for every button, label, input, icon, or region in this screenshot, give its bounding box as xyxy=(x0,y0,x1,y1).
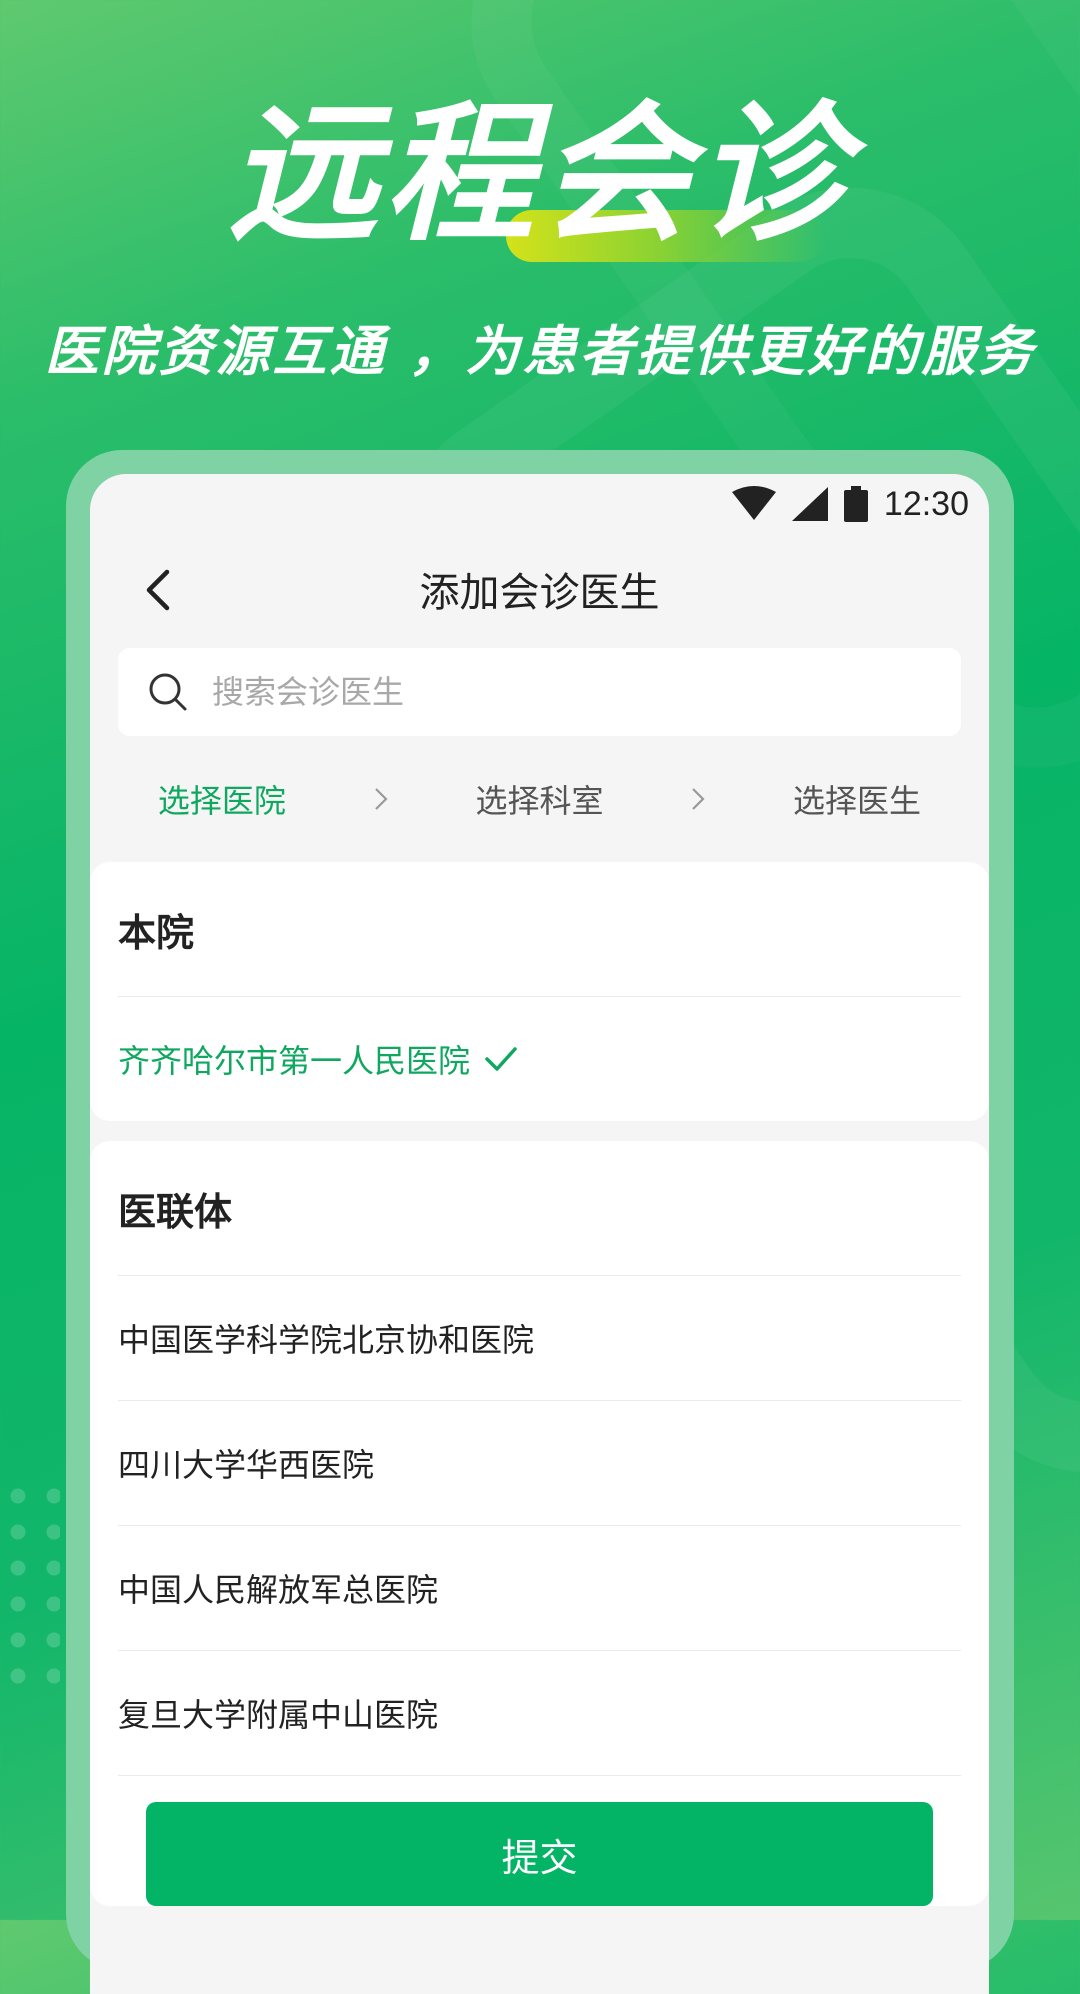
hero-subtitle: 医院资源互通 ，为患者提供更好的服务 xyxy=(44,320,1036,383)
back-button[interactable] xyxy=(130,562,186,618)
hospital-name: 复旦大学附属中山医院 xyxy=(118,1696,439,1734)
hospital-name: 中国人民解放军总医院 xyxy=(118,1571,439,1609)
phone-screen: 12:30 添加会诊医生 选择医院 选择科室 xyxy=(90,474,989,1994)
hero: 远程会诊 医院资源互通 ，为患者提供更好的服务 xyxy=(0,95,1080,386)
status-time: 12:30 xyxy=(883,484,969,523)
check-icon xyxy=(485,1047,517,1071)
dot-pattern xyxy=(0,1478,60,1688)
hospital-name: 中国医学科学院北京协和医院 xyxy=(118,1321,535,1359)
chevron-left-icon xyxy=(146,569,170,611)
hospital-item-selected[interactable]: 齐齐哈尔市第一人民医院 xyxy=(118,997,961,1121)
step-select-hospital[interactable]: 选择医院 xyxy=(158,776,286,822)
hospital-name: 齐齐哈尔市第一人民医院 xyxy=(118,1042,471,1080)
step-selector: 选择医院 选择科室 选择医生 xyxy=(90,736,989,862)
search-icon xyxy=(149,673,187,711)
alliance-title: 医联体 xyxy=(118,1141,961,1276)
search-box[interactable] xyxy=(118,648,961,736)
list-item[interactable]: 中国人民解放军总医院 xyxy=(118,1526,961,1651)
page-title: 添加会诊医生 xyxy=(419,570,660,616)
phone-frame: 12:30 添加会诊医生 选择医院 选择科室 xyxy=(66,450,1014,1994)
hero-title-wrap: 远程会诊 xyxy=(227,88,852,262)
chevron-right-icon xyxy=(692,788,705,810)
signal-icon xyxy=(791,487,828,521)
own-hospital-card: 本院 齐齐哈尔市第一人民医院 xyxy=(90,862,989,1121)
nav-bar: 添加会诊医生 xyxy=(90,534,989,644)
search-input[interactable] xyxy=(210,672,914,712)
list-item[interactable]: 四川大学华西医院 xyxy=(118,1401,961,1526)
hero-title: 远程会诊 xyxy=(227,88,852,262)
step-select-doctor[interactable]: 选择医生 xyxy=(793,776,921,822)
chevron-right-icon xyxy=(374,788,388,810)
list-item[interactable]: 复旦大学附属中山医院 xyxy=(118,1651,961,1776)
battery-icon xyxy=(843,486,868,522)
hospital-name: 四川大学华西医院 xyxy=(118,1446,375,1484)
own-hospital-title: 本院 xyxy=(118,862,961,997)
status-bar: 12:30 xyxy=(90,474,989,534)
list-item[interactable]: 中国医学科学院北京协和医院 xyxy=(118,1276,961,1401)
wifi-icon xyxy=(731,486,776,520)
step-select-department[interactable]: 选择科室 xyxy=(475,776,603,822)
submit-button[interactable]: 提交 xyxy=(146,1802,933,1906)
alliance-card: 医联体 中国医学科学院北京协和医院 四川大学华西医院 中国人民解放军总医院 复旦… xyxy=(90,1141,989,1906)
